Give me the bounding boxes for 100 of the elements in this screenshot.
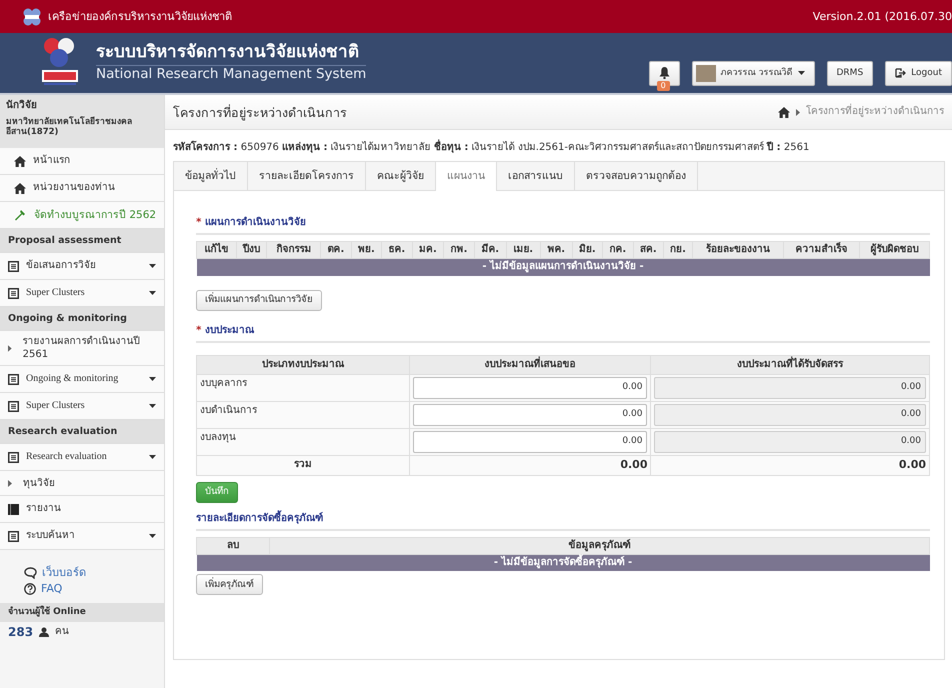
section-header: Ongoing & monitoring: [0, 307, 164, 331]
amount-field: 0.00: [654, 376, 926, 398]
amount-field[interactable]: 0.00: [412, 404, 648, 426]
nav-dropdown[interactable]: Super Clusters: [0, 280, 164, 307]
chat-bubble-icon: [24, 566, 37, 579]
page-title: โครงการที่อยู่ระหว่างดำเนินการ: [173, 104, 348, 120]
required-marker: *: [196, 217, 202, 228]
nav-dropdown[interactable]: Research evaluation: [0, 444, 164, 471]
drms-button[interactable]: DRMS: [826, 60, 874, 86]
nav-dropdown[interactable]: ระบบค้นหา: [0, 523, 164, 550]
sidebar-link[interactable]: FAQ: [24, 582, 164, 596]
nav-item[interactable]: รายงานผลการดำเนินงานปี 2561: [0, 331, 164, 366]
section-header: Research evaluation: [0, 420, 164, 444]
tab[interactable]: แผนงาน: [436, 162, 498, 191]
online-unit: คน: [55, 626, 70, 638]
caret-icon: [149, 455, 156, 459]
section-title: งบประมาณ: [204, 324, 254, 336]
system-title: ระบบบริหารจัดการงานวิจัยแห่งชาติ: [96, 42, 366, 66]
network-logo-icon: [22, 8, 42, 26]
online-count: 283: [8, 625, 34, 640]
nav-dropdown[interactable]: ข้อเสนอการวิจัย: [0, 253, 164, 280]
column-header: กพ.: [444, 242, 474, 258]
triangle-icon: [8, 480, 12, 486]
column-header: กค.: [602, 242, 634, 258]
nav-item[interactable]: รายงาน: [0, 496, 164, 523]
total-label: รวม: [196, 455, 410, 475]
network-name: เครือข่ายองค์กรบริหารงานวิจัยแห่งชาติ: [48, 10, 232, 24]
add-plan-button[interactable]: เพิ่มแผนการดำเนินการวิจัย: [196, 290, 322, 310]
column-header: ประเภทงบประมาณ: [196, 355, 410, 374]
total-cell: 0.00: [650, 455, 930, 475]
column-header: ตค.: [320, 242, 352, 258]
column-header: ข้อมูลครุภัณฑ์: [270, 537, 930, 554]
column-header: พย.: [351, 242, 382, 258]
bell-icon: [658, 67, 670, 79]
user-menu-button[interactable]: ภควรรณ วรรณวิดี: [692, 60, 814, 86]
person-icon: [39, 627, 50, 638]
column-header: ความสำเร็จ: [784, 242, 860, 258]
column-header: กย.: [663, 242, 693, 258]
table-cell: งบลงทุน: [196, 428, 410, 455]
caret-icon: [149, 377, 156, 381]
home-icon: [14, 182, 26, 194]
nav-item[interactable]: หน่วยงานของท่าน: [0, 175, 164, 202]
online-users-header: จำนวนผู้ใช้ Online: [0, 603, 164, 622]
empty-message: - ไม่มีข้อมูลแผนการดำเนินงานวิจัย -: [196, 258, 930, 276]
user-organization: มหาวิทยาลัยเทคโนโลยีราชมงคลอีสาน(1872): [6, 117, 133, 138]
section-title: รายละเอียดการจัดซื้อครุภัณฑ์: [196, 512, 324, 524]
hammer-icon: [14, 209, 27, 221]
logout-button[interactable]: Logout: [885, 60, 952, 86]
user-role: นักวิจัย: [6, 100, 38, 112]
caret-icon: [798, 71, 804, 75]
system-subtitle: National Research Management System: [96, 66, 366, 82]
column-header: พค.: [540, 242, 572, 258]
list-icon: [8, 288, 19, 298]
caret-icon: [149, 404, 156, 408]
version-text: Version.2.01 (2016.07.30: [812, 10, 952, 24]
help-icon: [24, 582, 36, 595]
required-marker: *: [196, 324, 202, 336]
amount-field[interactable]: 0.00: [412, 376, 648, 398]
column-header: ผู้รับผิดชอบ: [859, 242, 930, 258]
sidebar-link[interactable]: เว็บบอร์ด: [24, 566, 164, 580]
total-cell: 0.00: [409, 455, 651, 475]
table-cell: งบดำเนินการ: [196, 401, 410, 428]
avatar-placeholder: [696, 64, 716, 82]
section-header: Proposal assessment: [0, 229, 164, 253]
nav-item[interactable]: จัดทำงบบูรณาการปี 2562: [0, 202, 164, 229]
nrms-logo-drawing: [42, 37, 78, 87]
column-header: ปีงบ: [236, 242, 267, 258]
column-header: ลบ: [196, 537, 270, 554]
caret-icon: [149, 264, 156, 268]
project-info: รหัสโครงการ : 650976 แหล่งทุน : เงินรายได้มหาวิทยาลัย ชื่อทุน : เงินรายได้ งปม.2561-คณะวิศวกรรมศาสตร์และสถาปัตยกรรมศาสตร์ ปี : 2561: [173, 142, 945, 154]
column-header: งบประมาณที่เสนอขอ: [409, 355, 651, 374]
nav-dropdown[interactable]: Super Clusters: [0, 393, 164, 420]
list-icon: [8, 400, 19, 412]
amount-field: 0.00: [654, 404, 926, 426]
column-header: มค.: [412, 242, 444, 258]
home-icon: [778, 106, 790, 118]
column-header: มิย.: [572, 242, 603, 258]
column-header: มีค.: [474, 242, 506, 258]
column-header: ร้อยละของงาน: [692, 242, 784, 258]
column-header: งบประมาณที่ได้รับจัดสรร: [650, 355, 930, 374]
empty-message: - ไม่มีข้อมูลการจัดซื้อครุภัณฑ์ -: [196, 554, 930, 571]
list-icon: [8, 452, 19, 462]
column-header: สค.: [633, 242, 664, 258]
nav-item[interactable]: ทุนวิจัย: [0, 471, 164, 496]
book-icon: [8, 504, 19, 514]
table-cell: งบบุคลากร: [196, 374, 410, 401]
column-header: ธค.: [382, 242, 412, 258]
list-icon: [8, 530, 19, 542]
triangle-icon: [8, 344, 12, 352]
add-equipment-button[interactable]: เพิ่มครุภัณฑ์: [196, 574, 264, 595]
caret-icon: [149, 534, 156, 538]
amount-field[interactable]: 0.00: [412, 430, 648, 452]
column-header: เมย.: [506, 242, 540, 258]
nav-dropdown[interactable]: Ongoing & monitoring: [0, 366, 164, 393]
nav-item[interactable]: หน้าแรก: [0, 148, 164, 175]
caret-icon: [149, 291, 156, 295]
logout-icon: [895, 68, 906, 78]
list-icon: [8, 260, 19, 272]
column-header: กิจกรรม: [266, 242, 321, 258]
column-header: แก้ไข: [196, 242, 236, 258]
